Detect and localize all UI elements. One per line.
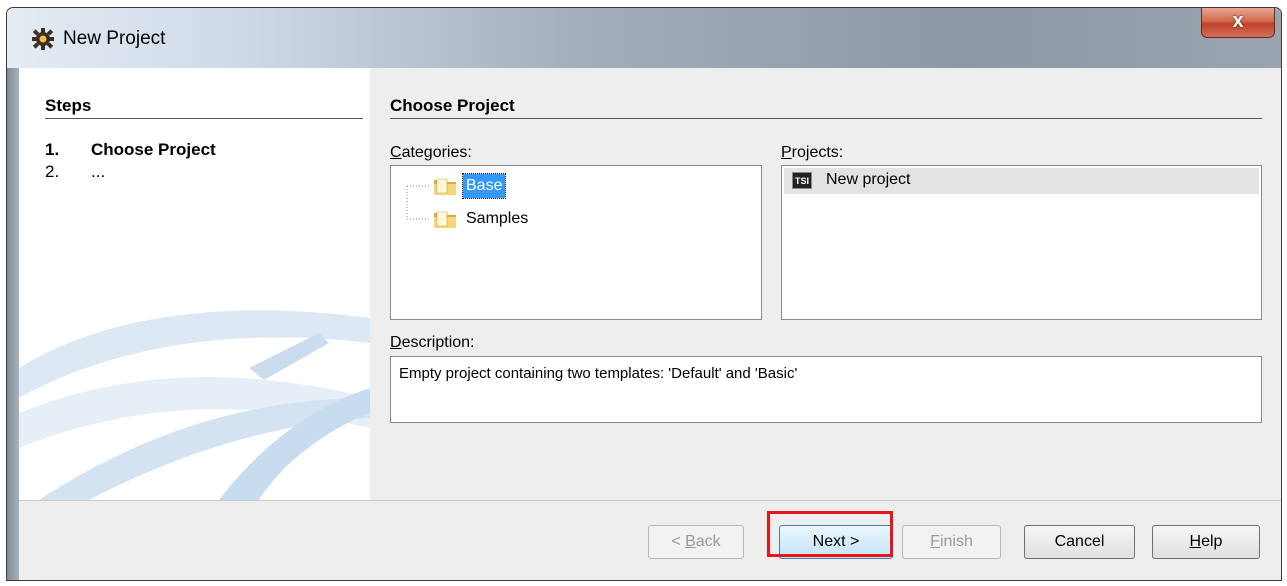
description-text: Empty project containing two templates: … — [399, 365, 798, 382]
help-button-rest: elp — [1201, 533, 1223, 550]
back-button[interactable]: < Back — [648, 525, 744, 559]
projects-label-mnemonic: P — [781, 144, 792, 161]
close-icon: x — [1232, 10, 1244, 32]
next-button-highlight-box — [767, 511, 893, 557]
list-item-new-project[interactable]: TSI New project — [784, 168, 1259, 194]
gear-icon — [32, 28, 54, 50]
step-number: 1. — [45, 140, 60, 159]
categories-label: Categories: — [390, 144, 472, 162]
step-2: 2.... — [45, 162, 105, 182]
window-frame-left — [7, 68, 19, 580]
steps-heading: Steps — [45, 96, 92, 115]
step-label: Choose Project — [91, 140, 216, 159]
description-box[interactable]: Empty project containing two templates: … — [390, 356, 1262, 423]
categories-label-rest: ategories: — [401, 144, 472, 161]
main-divider — [390, 118, 1262, 119]
project-label: New project — [826, 171, 911, 188]
step-1: 1. Choose Project — [45, 140, 216, 160]
categories-tree[interactable]: Base Samples — [390, 165, 762, 320]
main-heading: Choose Project — [390, 96, 515, 115]
help-button-mnemonic: H — [1189, 533, 1202, 550]
main-panel: Choose Project Categories: Base Samples … — [370, 68, 1281, 500]
close-button[interactable]: x — [1201, 8, 1275, 38]
folder-icon — [434, 178, 456, 195]
window-title: New Project — [63, 28, 166, 49]
description-label-mnemonic: D — [390, 334, 402, 351]
new-project-dialog: New Project x Steps 1. Choose Project 2..… — [6, 7, 1282, 581]
steps-panel: Steps 1. Choose Project 2.... — [19, 68, 370, 500]
finish-button[interactable]: Finish — [902, 525, 1001, 559]
help-button[interactable]: Help — [1152, 525, 1260, 559]
finish-button-mnemonic: F — [930, 533, 940, 550]
description-label-rest: escription: — [401, 334, 475, 351]
back-button-rest: ack — [695, 533, 721, 550]
decorative-swoosh — [19, 310, 370, 500]
projects-list[interactable]: TSI New project — [781, 165, 1262, 320]
cancel-button[interactable]: Cancel — [1024, 525, 1135, 559]
projects-label: Projects: — [781, 144, 843, 162]
button-bar-divider — [19, 500, 1281, 501]
back-button-prefix: < — [671, 533, 686, 550]
projects-label-rest: rojects: — [791, 144, 844, 161]
tree-item-label: Samples — [466, 210, 529, 227]
back-button-mnemonic: B — [685, 533, 696, 550]
tsi-project-icon: TSI — [792, 172, 812, 189]
cancel-button-label: Cancel — [1054, 533, 1105, 550]
description-label: Description: — [390, 334, 474, 352]
folder-icon — [434, 211, 456, 228]
steps-divider — [45, 118, 363, 119]
categories-label-mnemonic: C — [390, 144, 402, 161]
step-label: ... — [91, 162, 106, 181]
title-bar[interactable]: New Project x — [7, 8, 1281, 68]
tree-item-label: Base — [461, 173, 507, 199]
step-number: 2. — [45, 162, 60, 181]
finish-button-rest: inish — [939, 533, 973, 550]
